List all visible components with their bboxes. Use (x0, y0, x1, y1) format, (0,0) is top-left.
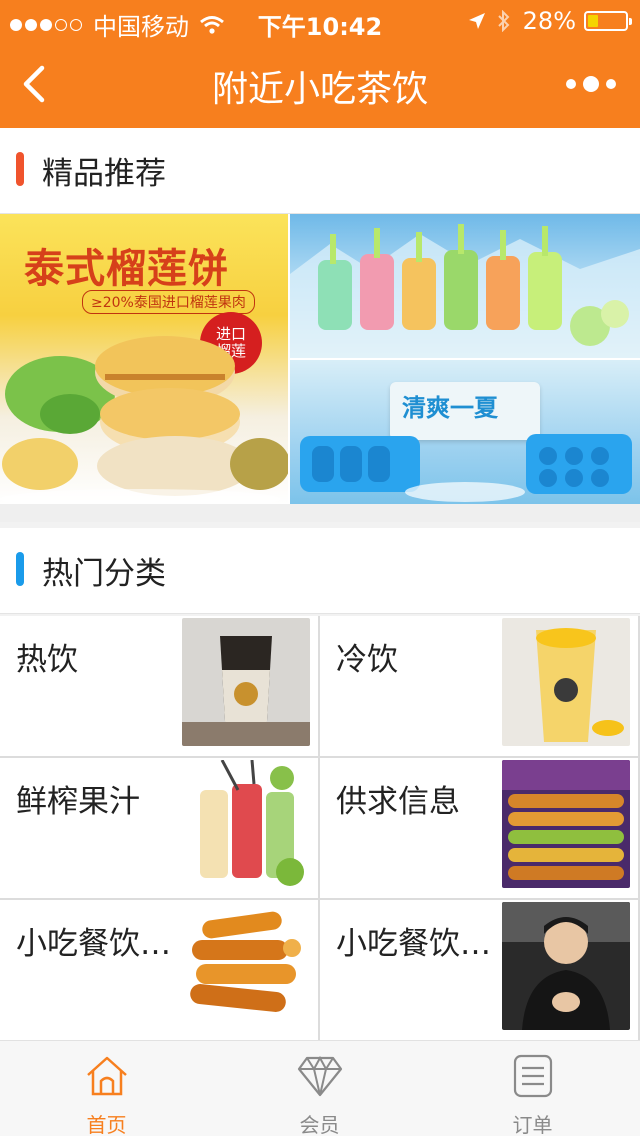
snack-rolls-image (502, 760, 630, 888)
tab-home[interactable]: 首页 (0, 1041, 213, 1136)
more-dot (583, 76, 599, 92)
featured-banner: 泰式榴莲饼 ≥20%泰国进口榴莲果肉 进口 榴莲 清爽一夏 (0, 214, 640, 504)
tab-orders[interactable]: 订单 (426, 1041, 639, 1136)
juice-image (182, 760, 310, 888)
categories-section-title: 热门分类 (42, 556, 166, 592)
battery-icon (584, 11, 632, 31)
list-document-icon (513, 1054, 553, 1098)
banner-subtitle: ≥20%泰国进口榴莲果肉 (82, 290, 255, 314)
category-snacks-dining-2[interactable]: 小吃餐饮… (320, 900, 638, 1040)
categories-section-header: 热门分类 (0, 528, 640, 614)
category-name: 鲜榨果汁 (16, 784, 140, 820)
category-grid: 热饮 冷饮 鲜榨果汁 供求信息 小吃餐饮… 小吃餐饮… (0, 616, 640, 1040)
location-arrow-icon (468, 13, 485, 29)
more-button[interactable] (566, 70, 616, 98)
bluetooth-icon (497, 10, 510, 32)
tab-membership[interactable]: 会员 (213, 1041, 426, 1136)
category-name: 冷饮 (336, 642, 398, 678)
pastry-image (0, 336, 288, 504)
blue-molds-image (300, 434, 632, 502)
category-snacks-dining-1[interactable]: 小吃餐饮… (0, 900, 318, 1040)
ice-pop-molds-image (290, 224, 640, 358)
more-dot (606, 79, 616, 89)
banner-durian-cake[interactable]: 泰式榴莲饼 ≥20%泰国进口榴莲果肉 进口 榴莲 (0, 214, 288, 504)
tab-home-label: 首页 (86, 1113, 127, 1136)
person-portrait-image (502, 902, 630, 1030)
tab-membership-label: 会员 (299, 1113, 340, 1136)
section-divider (0, 504, 640, 522)
category-name: 供求信息 (336, 784, 460, 820)
bottom-tab-bar: 首页 会员 订单 (0, 1040, 640, 1136)
more-dot (566, 79, 576, 89)
category-supply-demand[interactable]: 供求信息 (320, 758, 638, 898)
battery-fill (588, 15, 598, 27)
category-name: 热饮 (16, 642, 78, 678)
hot-drink-image (182, 618, 310, 746)
category-name: 小吃餐饮… (336, 926, 491, 962)
category-hot-drinks[interactable]: 热饮 (0, 616, 318, 756)
categories-accent-bar (16, 552, 24, 586)
page-title: 附近小吃茶饮 (211, 69, 428, 110)
cold-drink-image (502, 618, 630, 746)
featured-section-header: 精品推荐 (0, 128, 640, 214)
tab-orders-label: 订单 (512, 1113, 553, 1136)
status-bar: 中国移动 下午10:42 28% (0, 0, 640, 41)
category-cold-drinks[interactable]: 冷饮 (320, 616, 638, 756)
banner-summer-cool[interactable]: 清爽一夏 (290, 360, 640, 504)
banner-ice-molds[interactable] (290, 214, 640, 358)
diamond-icon (297, 1055, 343, 1097)
navigation-bar: 附近小吃茶饮 (0, 40, 640, 128)
category-fresh-juice[interactable]: 鲜榨果汁 (0, 758, 318, 898)
top-bar: 中国移动 下午10:42 28% 附近小吃茶饮 (0, 0, 640, 128)
home-icon (87, 1056, 127, 1096)
banner-headline: 泰式榴莲饼 (24, 246, 229, 292)
featured-accent-bar (16, 152, 24, 186)
fried-rolls-image (182, 902, 310, 1030)
category-name: 小吃餐饮… (16, 926, 171, 962)
status-right: 28% (467, 7, 632, 35)
battery-percent: 28% (522, 7, 576, 35)
featured-section-title: 精品推荐 (42, 156, 166, 192)
